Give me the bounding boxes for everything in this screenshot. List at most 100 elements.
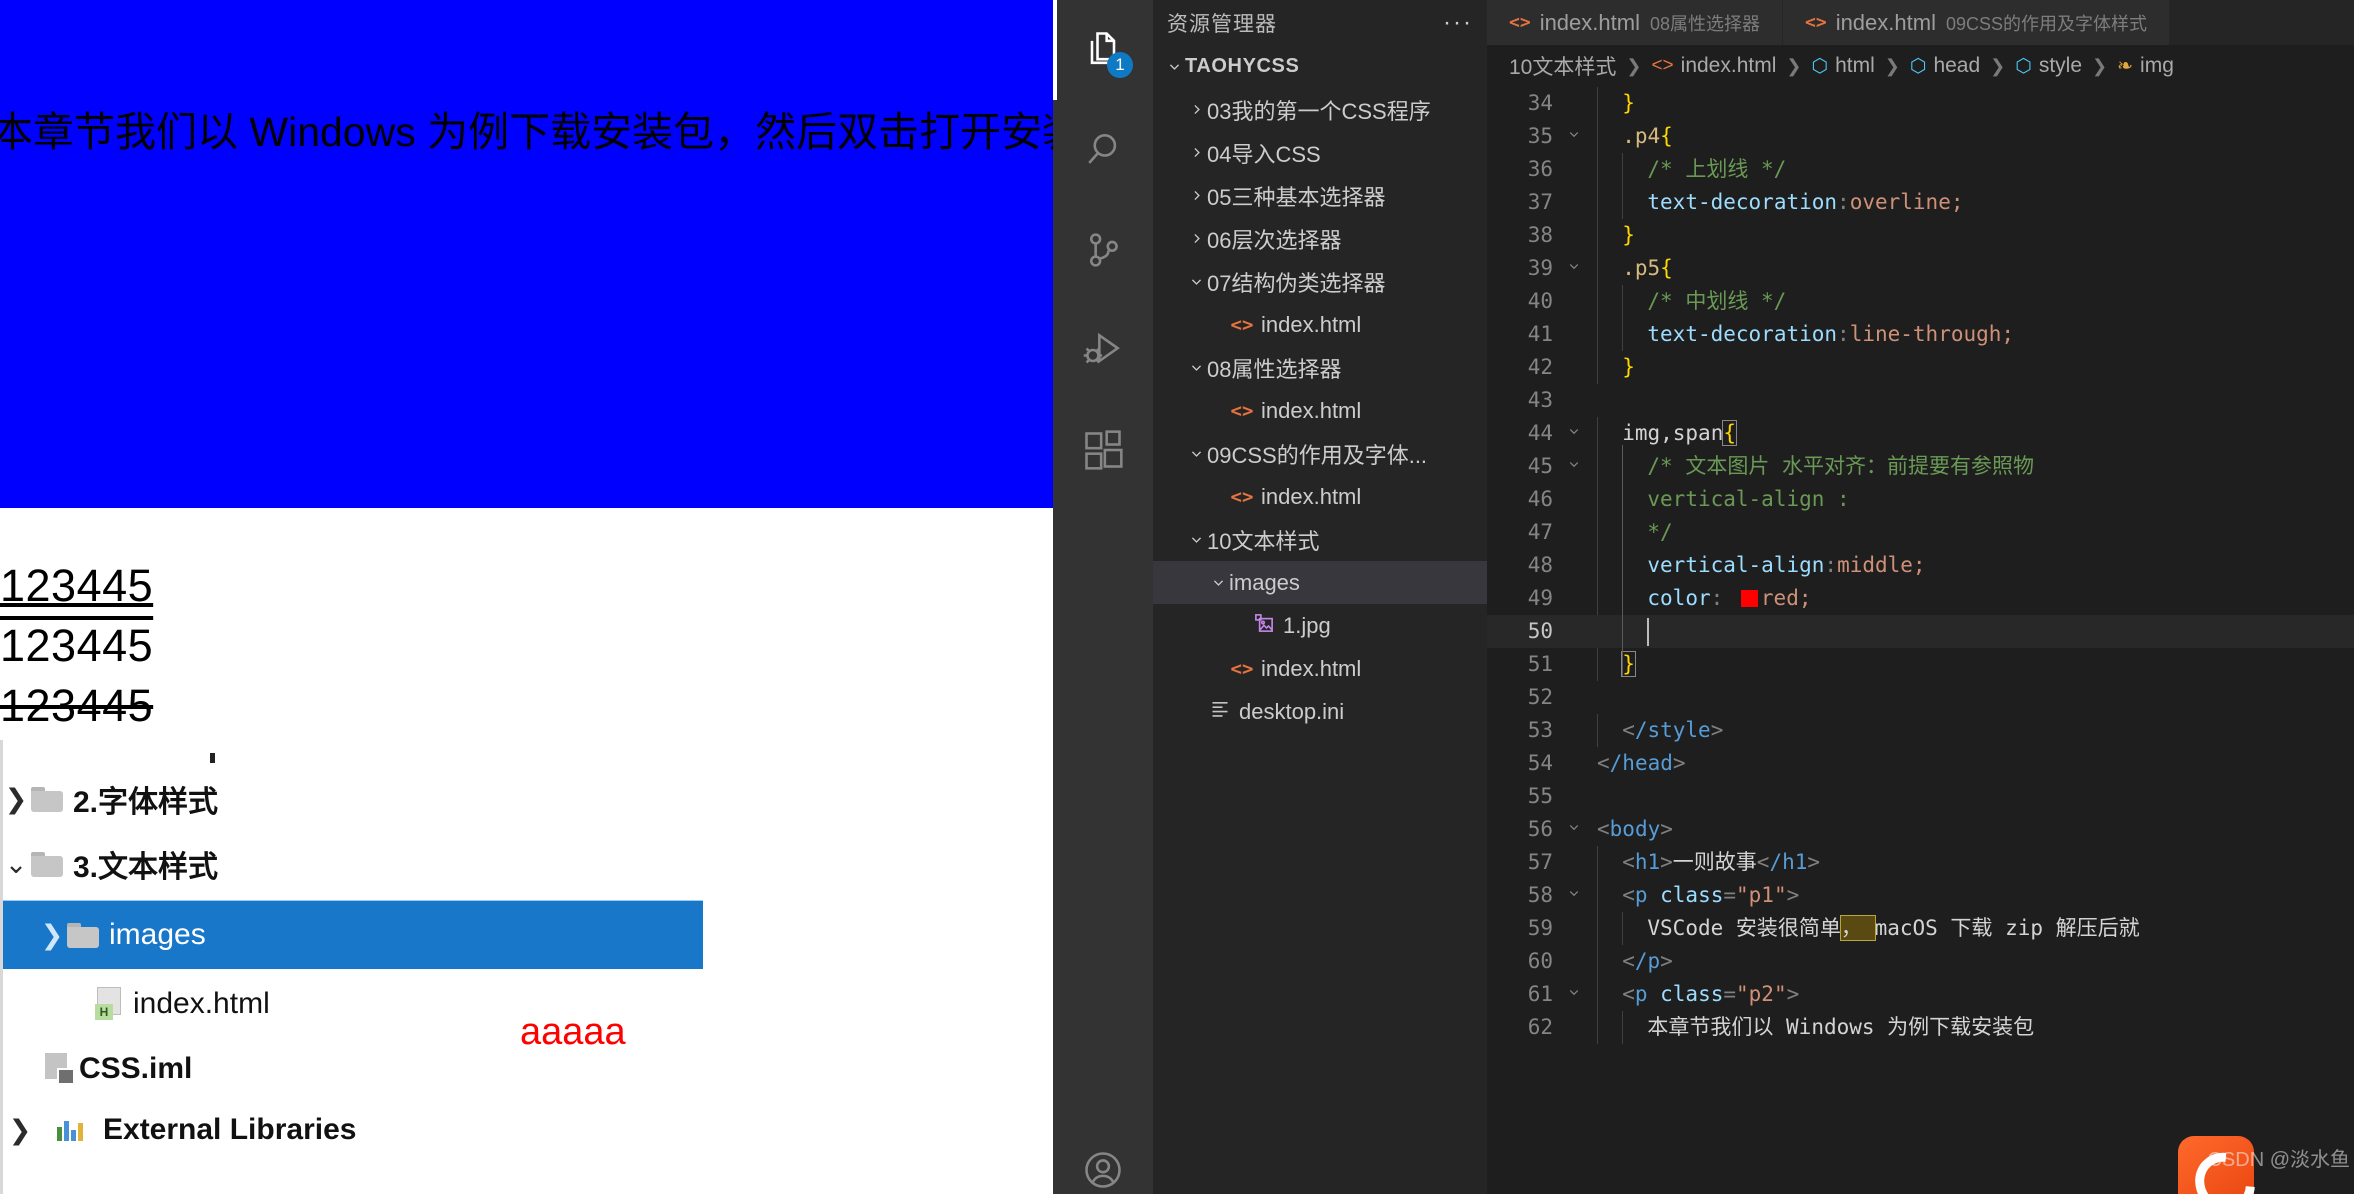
- fold-chevron-down-icon[interactable]: [1563, 813, 1585, 846]
- file-tree-label: index.html: [1261, 397, 1362, 423]
- code-line-text: img,span{: [1622, 417, 1737, 450]
- chevron-right-icon: ❯: [8, 1114, 32, 1146]
- tab-index-html-08[interactable]: <> index.html 08属性选择器: [1487, 0, 1783, 45]
- code-token: 本章节我们以 Windows 为例下载安装包: [1647, 1015, 2035, 1039]
- file-tree-row-images[interactable]: images: [1153, 561, 1487, 604]
- file-tree-row-05[interactable]: 05三种基本选择器: [1153, 174, 1487, 217]
- file-tree-row-indexhtml[interactable]: <> index.html: [1153, 647, 1487, 690]
- breadcrumb-item-head[interactable]: ⬡ head: [1910, 54, 1980, 78]
- folder-icon: [29, 785, 67, 813]
- chevron-right-icon: ❯: [4, 783, 28, 815]
- fold-chevron-down-icon[interactable]: [1563, 978, 1585, 1011]
- line-number: 41: [1527, 322, 1553, 346]
- file-tree-label: 06层次选择器: [1207, 227, 1342, 253]
- code-token: /* 文本图片 水平对齐：前提要有参照物: [1647, 454, 2034, 478]
- code-line[interactable]: 42}: [1487, 351, 2354, 384]
- code-line[interactable]: 34}: [1487, 87, 2354, 120]
- line-number: 40: [1527, 289, 1553, 313]
- fold-chevron-down-icon[interactable]: [1563, 417, 1585, 450]
- symbol-tag-icon: ❧: [2117, 55, 2134, 77]
- file-tree-row-indexhtml[interactable]: <> index.html: [1153, 303, 1487, 346]
- code-line[interactable]: 38}: [1487, 219, 2354, 252]
- file-tree-row-indexhtml[interactable]: <> index.html: [1153, 475, 1487, 518]
- code-token: VSCode 安装很简单: [1647, 916, 1841, 940]
- code-line[interactable]: 52: [1487, 681, 2354, 714]
- code-token: overline;: [1849, 190, 1964, 214]
- fold-chevron-down-icon[interactable]: [1563, 450, 1585, 483]
- code-line[interactable]: 37 text-decoration:overline;: [1487, 186, 2354, 219]
- code-line[interactable]: 36 /* 上划线 */: [1487, 153, 2354, 186]
- code-line[interactable]: 58 <p class="p1">: [1487, 879, 2354, 912]
- symbol-cube-icon: ⬡: [2015, 55, 2032, 77]
- tab-index-html-09[interactable]: <> index.html 09CSS的作用及字体样式: [1783, 0, 2171, 45]
- indent-guide: [1597, 846, 1598, 879]
- folder-icon: [65, 921, 103, 949]
- activity-bar-item-search[interactable]: [1053, 100, 1153, 200]
- code-line[interactable]: 35 .p4{: [1487, 120, 2354, 153]
- code-line[interactable]: 61 <p class="p2">: [1487, 978, 2354, 1011]
- fold-chevron-down-icon[interactable]: [1563, 120, 1585, 153]
- file-tree-row-desktopini[interactable]: desktop.ini: [1153, 690, 1487, 733]
- breadcrumb-item-folder[interactable]: 10文本样式: [1509, 51, 1616, 81]
- file-tree-row-09css[interactable]: 09CSS的作用及字体...: [1153, 432, 1487, 475]
- code-token: /* 中划线 */: [1647, 289, 1787, 313]
- line-number: 59: [1527, 916, 1553, 940]
- file-tree-row-08[interactable]: 08属性选择器: [1153, 346, 1487, 389]
- blue-paragraph-text: 本章节我们以 Windows 为例下载安装包，然后双击打开安装: [0, 109, 1053, 155]
- code-line[interactable]: 46 vertical-align :: [1487, 483, 2354, 516]
- image-tree-label: CSS.iml: [79, 1052, 193, 1085]
- fold-chevron-down-icon[interactable]: [1563, 879, 1585, 912]
- fold-chevron-down-icon[interactable]: [1563, 252, 1585, 285]
- breadcrumb-item-style[interactable]: ⬡ style: [2015, 54, 2082, 78]
- code-line[interactable]: 53 </style>: [1487, 714, 2354, 747]
- code-line[interactable]: 48 vertical-align:middle;: [1487, 549, 2354, 582]
- activity-bar-item-run-and-debug[interactable]: [1053, 300, 1153, 400]
- code-token: */: [1647, 520, 1673, 544]
- code-line[interactable]: 55: [1487, 780, 2354, 813]
- file-tree-row-03css[interactable]: 03我的第一个CSS程序: [1153, 88, 1487, 131]
- file-tree-row-taohycss[interactable]: TAOHYCSS: [1153, 45, 1487, 88]
- line-number: 60: [1527, 949, 1553, 973]
- code-line[interactable]: 47 */: [1487, 516, 2354, 549]
- code-line[interactable]: 51}: [1487, 648, 2354, 681]
- code-line[interactable]: 54 </head>: [1487, 747, 2354, 780]
- activity-bar-item-account[interactable]: [1053, 1120, 1153, 1194]
- code-line[interactable]: 44 img,span{: [1487, 417, 2354, 450]
- code-line[interactable]: 59 VSCode 安装很简单， macOS 下载 zip 解压后就: [1487, 912, 2354, 945]
- activity-bar-item-explorer[interactable]: 1: [1053, 0, 1153, 100]
- more-actions-icon[interactable]: ···: [1443, 9, 1473, 37]
- code-line[interactable]: 57 <h1>一则故事</h1>: [1487, 846, 2354, 879]
- code-line[interactable]: 43: [1487, 384, 2354, 417]
- code-line[interactable]: 50: [1487, 615, 2354, 648]
- chevron-down-icon: [1185, 361, 1207, 374]
- file-tree-row-04css[interactable]: 04导入CSS: [1153, 131, 1487, 174]
- file-tree-row-10[interactable]: 10文本样式: [1153, 518, 1487, 561]
- code-line[interactable]: 39 .p5{: [1487, 252, 2354, 285]
- code-line[interactable]: 60 </p>: [1487, 945, 2354, 978]
- file-tree-row-07[interactable]: 07结构伪类选择器: [1153, 260, 1487, 303]
- file-tree-row-1jpg[interactable]: 1.jpg: [1153, 604, 1487, 647]
- code-line[interactable]: 41 text-decoration:line-through;: [1487, 318, 2354, 351]
- code-token: class: [1660, 883, 1724, 907]
- file-tree-row-06[interactable]: 06层次选择器: [1153, 217, 1487, 260]
- code-line[interactable]: 40 /* 中划线 */: [1487, 285, 2354, 318]
- code-line[interactable]: 62 本章节我们以 Windows 为例下载安装包: [1487, 1011, 2354, 1044]
- code-editor[interactable]: 34} 35 .p4{36/* 上划线 */37 text-decoration:ov…: [1487, 87, 2354, 1194]
- file-tree-label: 03我的第一个CSS程序: [1207, 98, 1431, 124]
- libraries-icon: [57, 1119, 97, 1141]
- breadcrumb-item-html[interactable]: ⬡ html: [1811, 54, 1874, 78]
- code-line[interactable]: 45 /* 文本图片 水平对齐：前提要有参照物: [1487, 450, 2354, 483]
- activity-bar-item-source-control[interactable]: [1053, 200, 1153, 300]
- activity-bar-item-extensions[interactable]: [1053, 400, 1153, 500]
- code-token: vertical-align: [1647, 553, 1825, 577]
- image-file-icon: [1251, 613, 1277, 639]
- file-tree-row-indexhtml[interactable]: <> index.html: [1153, 389, 1487, 432]
- code-line[interactable]: 56 <body>: [1487, 813, 2354, 846]
- breadcrumb-item-img[interactable]: ❧ img: [2117, 54, 2174, 78]
- line-number: 58: [1527, 883, 1553, 907]
- indent-guide: [1597, 1011, 1598, 1044]
- code-token: :: [1710, 586, 1736, 610]
- color-swatch-red: [1740, 590, 1758, 607]
- code-line[interactable]: 49 color: red;: [1487, 582, 2354, 615]
- breadcrumb-item-file[interactable]: <> index.html: [1651, 54, 1776, 78]
